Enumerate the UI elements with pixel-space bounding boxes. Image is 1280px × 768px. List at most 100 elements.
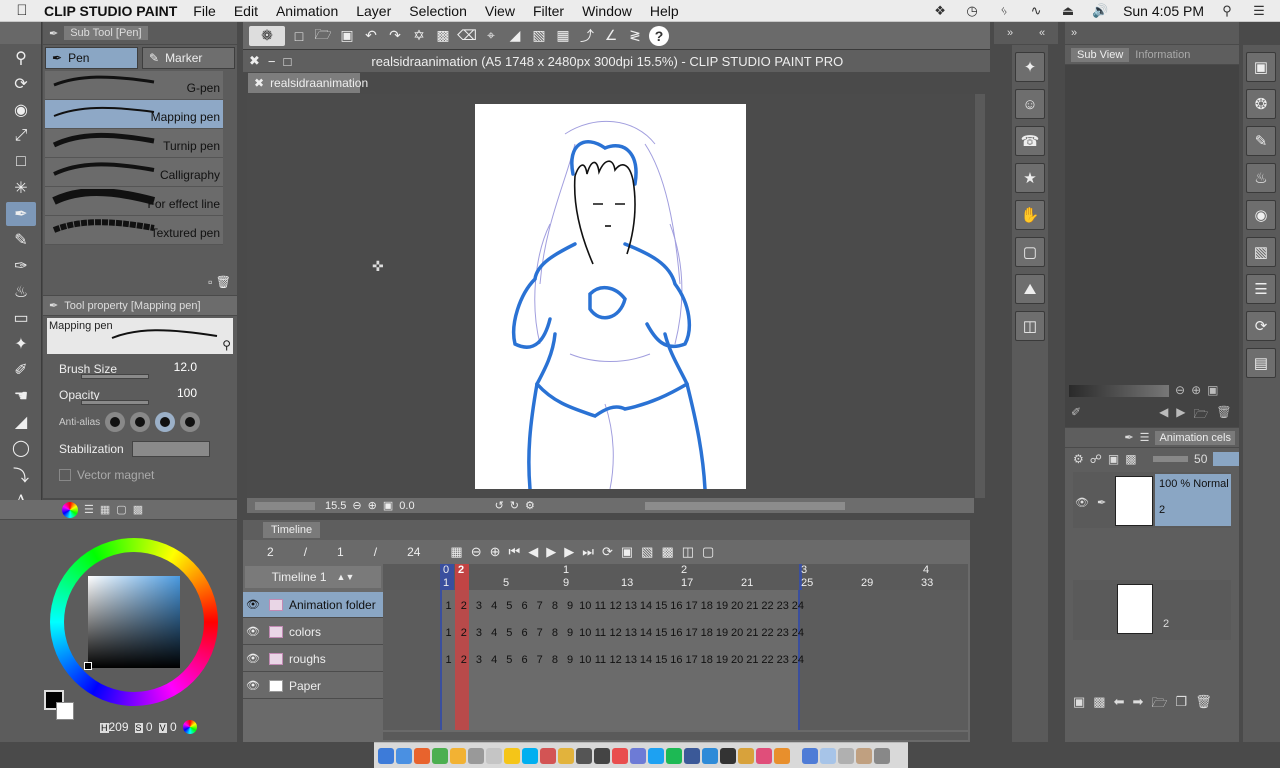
layer-search-tab-icon[interactable]: ☰ <box>1140 431 1150 444</box>
layers-icon[interactable]: ▧ <box>1246 237 1276 267</box>
clip-studio-icon[interactable]: ❁ <box>249 25 285 46</box>
timeline-layer-roughs[interactable]: 👁 roughs <box>243 646 383 672</box>
frame-cell[interactable]: 2 <box>456 600 471 618</box>
frame-cell[interactable]: 8 <box>547 627 562 645</box>
cel-row-reference[interactable]: 2 <box>1073 580 1231 640</box>
new-vector-layer-icon[interactable]: ▩ <box>1093 694 1105 716</box>
brush-size-value[interactable]: 12.0 <box>174 360 197 374</box>
snap-grid-icon[interactable]: ▦ <box>553 26 573 46</box>
tab-pen[interactable]: ✒ Pen <box>45 47 138 69</box>
delete-layer-icon[interactable]: 🗑 <box>1195 694 1212 716</box>
brush-g-pen[interactable]: G-pen <box>45 71 223 100</box>
zoom-value[interactable]: 15.5 <box>325 500 346 512</box>
symmetry-ruler-icon[interactable]: ≷ <box>625 26 645 46</box>
move-tool-icon[interactable]: ⤢ <box>6 124 36 148</box>
frame-cell[interactable]: 4 <box>487 654 502 672</box>
subview-fit-icon[interactable]: ▣ <box>1207 383 1218 397</box>
frame-cell[interactable]: 13 <box>623 627 638 645</box>
app-icon[interactable] <box>612 747 628 764</box>
frame-cell[interactable]: 3 <box>471 654 486 672</box>
frame-cell[interactable]: 17 <box>684 600 699 618</box>
visibility-eye-icon[interactable]: 👁 <box>243 625 263 638</box>
app-icon[interactable] <box>774 747 790 764</box>
frame-cell[interactable]: 1 <box>441 627 456 645</box>
downloads-folder-icon[interactable] <box>802 747 818 764</box>
eyedropper-tool-icon[interactable]: ◉ <box>6 98 36 122</box>
menu-window[interactable]: Window <box>582 3 632 19</box>
collapse-right-icon[interactable]: « <box>1039 27 1045 39</box>
layer-stack-icon[interactable]: ☰ <box>1246 274 1276 304</box>
airbrush-tool-icon[interactable]: ♨ <box>6 280 36 304</box>
save-icon[interactable]: ▣ <box>337 26 357 46</box>
frame-cell[interactable]: 20 <box>730 654 745 672</box>
frame-cell[interactable]: 9 <box>563 600 578 618</box>
subview-zoom-slider[interactable] <box>1069 385 1169 397</box>
brush-effect-line[interactable]: For effect line <box>45 187 223 216</box>
material-brush-icon[interactable]: ✦ <box>1015 52 1045 82</box>
previous-frame-icon[interactable]: ◀ <box>528 544 538 560</box>
frame-cell[interactable]: 14 <box>638 600 653 618</box>
frame-cell[interactable]: 14 <box>638 654 653 672</box>
move-cel-left-icon[interactable]: ⬅ <box>1114 694 1125 716</box>
skype-icon[interactable] <box>522 747 538 764</box>
antialias-weak-icon[interactable] <box>130 412 151 432</box>
enable-onion-skin-icon[interactable]: ▢ <box>702 544 714 560</box>
intermediate-color-tab-icon[interactable]: ▢ <box>116 503 126 516</box>
layer-property-tab-icon[interactable]: ✒ <box>1124 431 1133 444</box>
tab-sub-view[interactable]: Sub View <box>1071 47 1130 62</box>
fit-view-icon[interactable]: ▣ <box>383 499 393 512</box>
pencil-tool-icon[interactable]: ✎ <box>6 228 36 252</box>
subview-zoom-in-icon[interactable]: ⊕ <box>1191 383 1201 397</box>
frame-cell[interactable]: 24 <box>790 627 805 645</box>
frame-cell[interactable]: 11 <box>593 627 608 645</box>
terminal-icon[interactable] <box>576 747 592 764</box>
lasso-tool-icon[interactable]: ⟳ <box>6 72 36 96</box>
frame-cell[interactable]: 21 <box>745 600 760 618</box>
frame-cell[interactable]: 22 <box>760 627 775 645</box>
color-slider-tab-icon[interactable]: ☰ <box>84 503 94 516</box>
visibility-eye-icon[interactable]: 👁 <box>243 652 263 665</box>
ruler-icon[interactable]: ⤴ <box>577 26 597 46</box>
subview-delete-icon[interactable]: 🗑 <box>1216 405 1231 426</box>
notification-center-icon[interactable]: ☰ <box>1250 3 1268 18</box>
line-tool-icon[interactable]: ⤵ <box>6 462 36 486</box>
next-frame-icon[interactable]: ▶ <box>564 544 574 560</box>
maximize-window-icon[interactable]: □ <box>284 54 292 69</box>
material-3d-icon[interactable]: ▢ <box>1015 237 1045 267</box>
color-set-tab-icon[interactable]: ▦ <box>100 503 110 516</box>
timeline-selector[interactable]: Timeline 1 ▲▼ <box>245 566 381 588</box>
frame-cell[interactable]: 14 <box>638 627 653 645</box>
spotify-icon[interactable] <box>666 747 682 764</box>
timeline-tab[interactable]: Timeline <box>263 522 321 538</box>
undo-icon[interactable]: ↶ <box>361 26 381 46</box>
visibility-eye-icon[interactable]: 👁 <box>243 679 263 692</box>
cel-visibility-eye-icon[interactable]: 👁 <box>1075 496 1089 509</box>
frame-cell[interactable]: 6 <box>517 654 532 672</box>
frame-cell[interactable]: 7 <box>532 600 547 618</box>
frame-cell[interactable]: 15 <box>654 654 669 672</box>
rotation-value[interactable]: 0.0 <box>399 500 414 512</box>
onion-skin-icon[interactable]: ▩ <box>661 544 673 560</box>
photos-icon[interactable] <box>486 747 502 764</box>
subtool-title[interactable]: Sub Tool [Pen] <box>64 26 148 40</box>
frame-cell[interactable]: 5 <box>502 654 517 672</box>
stabilization-slider[interactable] <box>131 441 210 457</box>
frame-cell[interactable]: 6 <box>517 600 532 618</box>
material-people-icon[interactable]: ☺ <box>1015 89 1045 119</box>
app-icon[interactable] <box>720 747 736 764</box>
collapse-dock-icon[interactable]: » <box>1071 27 1077 39</box>
frame-cell[interactable]: 10 <box>578 654 593 672</box>
vector-magnet-checkbox[interactable] <box>59 469 71 481</box>
frame-cell[interactable]: 5 <box>502 627 517 645</box>
help-icon[interactable]: ? <box>649 25 669 46</box>
spotlight-search-icon[interactable]: ⚲ <box>1218 3 1236 18</box>
menu-selection[interactable]: Selection <box>409 3 467 19</box>
app-icon[interactable] <box>702 747 718 764</box>
loop-icon[interactable]: ⟳ <box>602 544 613 560</box>
material-hand-icon[interactable]: ✋ <box>1015 200 1045 230</box>
rotate-left-icon[interactable]: ↺ <box>495 499 504 512</box>
reset-rotation-icon[interactable]: ⚙ <box>525 499 535 512</box>
antialias-strong-icon[interactable] <box>180 412 201 432</box>
frame-cell[interactable]: 23 <box>775 600 790 618</box>
frame-cell[interactable]: 19 <box>714 654 729 672</box>
